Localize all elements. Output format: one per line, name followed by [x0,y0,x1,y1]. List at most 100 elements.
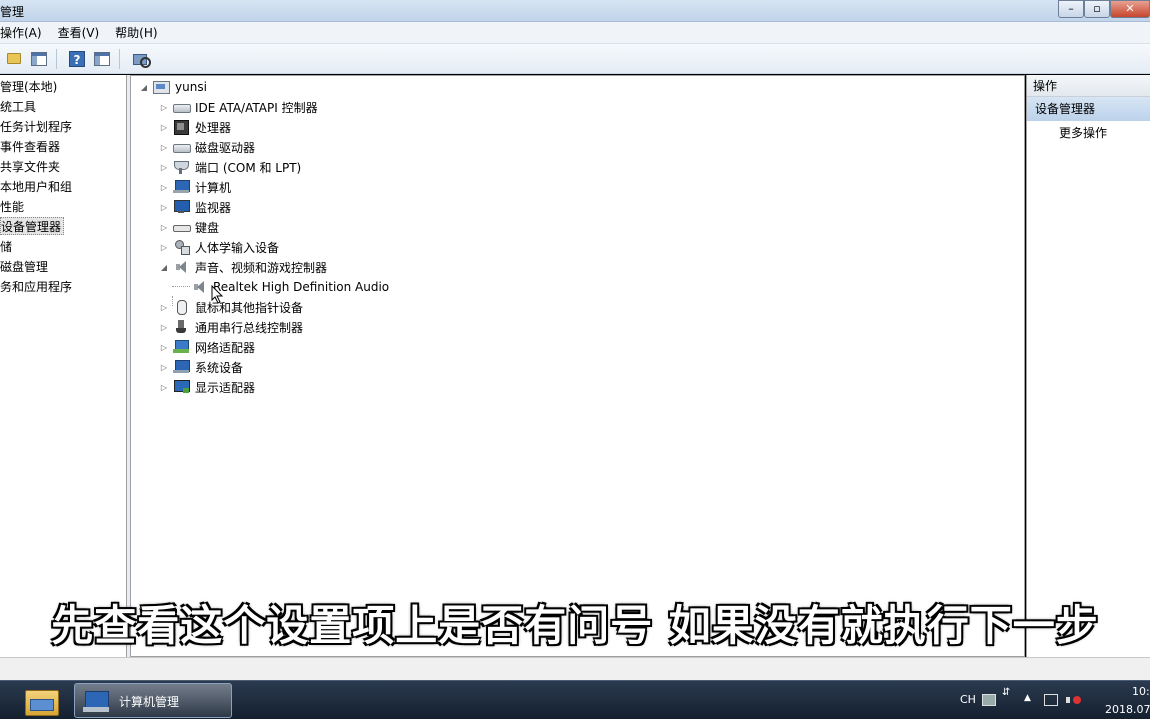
tree-item-computer-management[interactable]: 管理(本地) [0,78,57,96]
usb-icon [173,320,189,334]
show-hidden-icons-icon[interactable]: ▲ [1024,693,1031,703]
expand-arrow-icon[interactable]: ▷ [159,183,169,192]
tree-item-device-manager[interactable]: 设备管理器 [0,217,65,235]
expand-arrow-icon[interactable]: ▷ [159,363,169,372]
menu-view[interactable]: 查看(V) [58,24,100,41]
clock-time[interactable]: 10: [1132,685,1150,698]
volume-muted-icon[interactable] [1066,694,1081,706]
mouse-icon [173,300,189,315]
tree-item-task-scheduler[interactable]: 任务计划程序 [0,118,72,136]
device-category-row[interactable]: ▷ 磁盘驱动器 [159,137,255,157]
tree-connector [172,286,190,287]
keyboard-icon [173,220,191,234]
category-label: IDE ATA/ATAPI 控制器 [195,100,318,115]
keyboard-icon[interactable] [982,694,996,706]
tree-item-storage[interactable]: 储 [0,238,12,256]
device-label: Realtek High Definition Audio [213,280,390,294]
expand-arrow-icon[interactable]: ▷ [159,343,169,352]
device-category-row-expanded[interactable]: ◢ 声音、视频和游戏控制器 [159,257,327,277]
actions-pane: 操作 设备管理器 更多操作 [1026,75,1150,657]
device-category-row[interactable]: ▷ 键盘 [159,217,219,237]
explorer-folder-icon[interactable] [22,685,60,717]
expand-arrow-icon[interactable]: ▷ [159,243,169,252]
device-category-row[interactable]: ▷ 系统设备 [159,357,243,377]
device-category-row[interactable]: ▷ 端口 (COM 和 LPT) [159,157,301,177]
expand-arrow-icon[interactable]: ▷ [159,163,169,172]
expand-arrow-icon[interactable]: ▷ [159,223,169,232]
action-center-icon[interactable] [1044,694,1058,706]
category-label: 计算机 [195,180,232,195]
menu-action[interactable]: 操作(A) [0,24,42,41]
help-button[interactable]: ? [66,48,88,70]
port-icon [173,160,189,174]
category-label: 系统设备 [195,360,244,375]
sound-icon [173,260,189,274]
up-folder-button[interactable] [3,48,25,70]
expand-arrow-icon[interactable]: ▷ [159,143,169,152]
show-hide-tree-button[interactable] [28,48,50,70]
device-category-row[interactable]: ▷ 鼠标和其他指针设备 [159,297,303,317]
taskbar-computer-management[interactable]: 计算机管理 [74,683,232,718]
expand-arrow-icon[interactable]: ▷ [159,103,169,112]
toolbar: ? [0,44,1150,74]
tree-item-local-users[interactable]: 本地用户和组 [0,178,72,196]
scan-hardware-button[interactable] [129,48,151,70]
tree-item-shared-folders[interactable]: 共享文件夹 [0,158,60,176]
expand-arrow-icon[interactable]: ▷ [159,303,169,312]
task-label: 计算机管理 [119,695,180,709]
device-category-row[interactable]: ▷ 网络适配器 [159,337,255,357]
device-category-row[interactable]: ▷ 显示适配器 [159,377,255,397]
action-pane-button[interactable] [91,48,113,70]
device-category-row[interactable]: ▷ 处理器 [159,117,231,137]
expand-arrow-icon[interactable]: ▷ [159,383,169,392]
expand-arrow-icon[interactable]: ▷ [159,323,169,332]
actions-header: 操作 [1027,75,1150,97]
device-category-row[interactable]: ▷ IDE ATA/ATAPI 控制器 [159,97,318,117]
status-bar [0,657,1150,680]
system-tray: CH ⇵ ▲ 10: 2018.07 [940,681,1150,719]
expand-arrow-icon[interactable]: ▷ [159,203,169,212]
language-indicator[interactable]: CH [960,693,976,706]
category-label: 显示适配器 [195,380,256,395]
collapse-arrow-icon[interactable]: ◢ [159,263,169,272]
category-label: 网络适配器 [195,340,256,355]
collapse-arrow-icon[interactable]: ◢ [139,83,149,92]
folder-icon [7,53,21,64]
tree-item-disk-management[interactable]: 磁盘管理 [0,258,48,276]
speaker-icon [191,280,207,294]
tree-item-event-viewer[interactable]: 事件查看器 [0,138,60,156]
tree-item-system-tools[interactable]: 统工具 [0,98,36,116]
actions-device-manager[interactable]: 设备管理器 [1027,97,1150,121]
scan-hardware-icon [132,52,151,68]
device-tree-pane: ◢ yunsi ▷ IDE ATA/ATAPI 控制器 ▷ 处理器 ▷ 磁盘驱动… [130,75,1025,657]
device-category-row[interactable]: ▷ 计算机 [159,177,231,197]
minimize-button[interactable]: – [1058,0,1084,18]
display-adapter-icon [173,380,190,394]
expand-arrow-icon[interactable]: ▷ [159,123,169,132]
system-device-icon [173,360,190,374]
window-controls: – ▫ ✕ [1058,0,1150,20]
close-button[interactable]: ✕ [1110,0,1150,18]
processor-icon [173,120,189,135]
tree-item-performance[interactable]: 性能 [0,198,24,216]
tree-item-services-apps[interactable]: 务和应用程序 [0,278,72,296]
input-toggle-icon[interactable]: ⇵ [1002,687,1010,698]
mouse-cursor-icon [211,285,224,304]
device-category-row[interactable]: ▷ 监视器 [159,197,231,217]
computer-icon [173,180,190,194]
clock-date[interactable]: 2018.07 [1105,703,1150,716]
more-actions-link[interactable]: 更多操作 [1027,121,1150,145]
menu-help[interactable]: 帮助(H) [115,24,157,41]
console-tree: 管理(本地) 统工具 任务计划程序 事件查看器 共享文件夹 本地用户和组 性能 … [0,75,127,657]
device-category-row[interactable]: ▷ 通用串行总线控制器 [159,317,303,337]
category-label: 人体学输入设备 [195,240,280,255]
category-label: 磁盘驱动器 [195,140,256,155]
disk-drive-icon [173,140,191,154]
category-label: 端口 (COM 和 LPT) [195,160,302,175]
console-tree-icon [31,51,47,66]
tree-root-row[interactable]: ◢ yunsi [139,77,207,97]
monitor-icon [173,200,190,214]
device-category-row[interactable]: ▷ 人体学输入设备 [159,237,279,257]
maximize-button[interactable]: ▫ [1084,0,1110,18]
menu-bar: 操作(A) 查看(V) 帮助(H) [0,22,1150,44]
